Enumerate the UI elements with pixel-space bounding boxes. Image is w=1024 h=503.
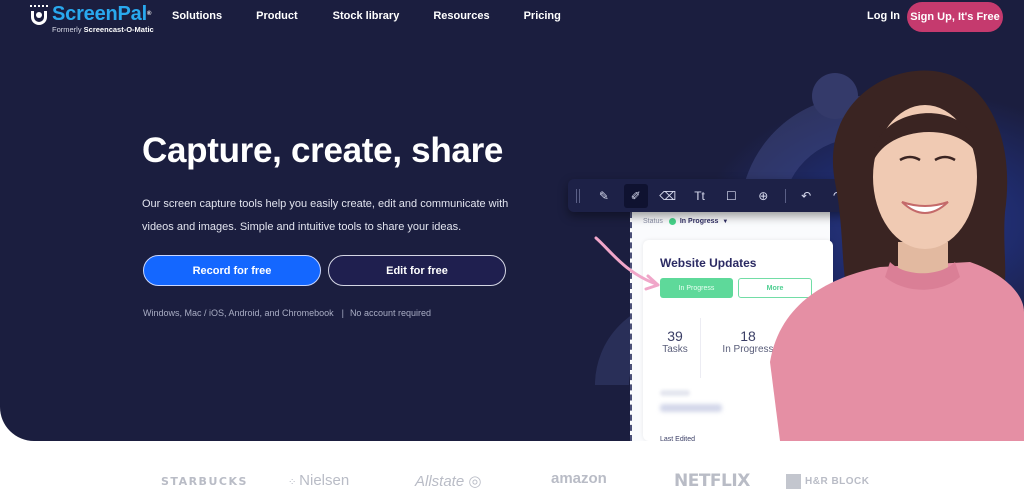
nav-link-product[interactable]: Product <box>256 10 298 22</box>
platforms-text: Windows, Mac / iOS, Android, and Chromeb… <box>143 308 334 318</box>
hr-block-square-icon <box>786 474 801 489</box>
signup-button[interactable]: Sign Up, It's Free <box>907 2 1003 32</box>
pen-icon[interactable]: ✎ <box>592 184 616 208</box>
blurred-label <box>660 390 690 396</box>
brand-subtitle: Formerly Screencast-O-Matic <box>52 25 154 34</box>
logo-nielsen-text: Nielsen <box>299 472 350 489</box>
nav-link-resources[interactable]: Resources <box>433 10 489 22</box>
nav-link-stock-library[interactable]: Stock library <box>333 10 400 22</box>
hero-subtext: Our screen capture tools help you easily… <box>142 198 509 233</box>
annotation-arrow <box>594 236 660 291</box>
in-progress-pill[interactable]: In Progress <box>660 278 733 298</box>
hero-person-image <box>770 70 1024 441</box>
status-dot-icon <box>668 218 676 225</box>
logo-nielsen: ⁘ Nielsen <box>288 472 349 489</box>
stat-divider <box>700 318 701 378</box>
screenpal-logo-icon <box>29 5 49 25</box>
stat-tasks: 39 Tasks <box>660 328 690 355</box>
caret-down-icon: ▼ <box>722 218 729 225</box>
status-value: In Progress <box>679 218 719 225</box>
hero-headline: Capture, create, share <box>142 131 504 170</box>
logo-hr-block-text: H&R BLOCK <box>805 476 870 487</box>
logo-hr-block: H&R BLOCK <box>786 474 870 489</box>
platform-note: Windows, Mac / iOS, Android, and Chromeb… <box>143 308 431 318</box>
stat-value: 39 <box>667 328 683 344</box>
status-label: Status <box>643 218 663 225</box>
logo-allstate-text: Allstate <box>415 473 465 490</box>
hero-section: ScreenPal® Formerly Screencast-O-Matic S… <box>0 0 1024 441</box>
nielsen-mark-icon: ⁘ <box>288 477 300 488</box>
record-for-free-button[interactable]: Record for free <box>143 255 321 286</box>
eraser-icon[interactable]: ⌫ <box>656 184 680 208</box>
logo-amazon: amazon <box>551 470 607 487</box>
highlighter-icon[interactable]: ✐ <box>623 183 648 208</box>
logo-netflix: NETFLIX <box>674 471 750 491</box>
nav-link-solutions[interactable]: Solutions <box>172 10 222 22</box>
blurred-value <box>660 404 722 412</box>
separator: | <box>341 308 344 318</box>
status-dropdown[interactable]: Status In Progress ▼ <box>643 218 728 225</box>
customer-logos: STARBUCKS ⁘ Nielsen Allstate ◎ amazon NE… <box>0 463 1024 499</box>
nav-link-pricing[interactable]: Pricing <box>524 10 561 22</box>
nav-links: Solutions Product Stock library Resource… <box>172 10 595 22</box>
no-account-text: No account required <box>349 308 431 318</box>
logo-allstate: Allstate ◎ <box>415 472 481 490</box>
text-icon[interactable]: Tt <box>688 184 712 208</box>
top-navigation: ScreenPal® Formerly Screencast-O-Matic S… <box>0 0 1024 36</box>
login-link[interactable]: Log In <box>867 10 900 22</box>
drag-handle[interactable] <box>576 188 580 203</box>
last-edited-label: Last Edited <box>660 436 696 441</box>
edit-for-free-button[interactable]: Edit for free <box>328 255 506 286</box>
logo-starbucks: STARBUCKS <box>161 475 248 488</box>
stat-label: Tasks <box>662 344 688 355</box>
allstate-hands-icon: ◎ <box>468 473 482 490</box>
brand-name: ScreenPal® <box>52 3 152 25</box>
screenpal-logo[interactable]: ScreenPal® Formerly Screencast-O-Matic <box>29 4 154 34</box>
